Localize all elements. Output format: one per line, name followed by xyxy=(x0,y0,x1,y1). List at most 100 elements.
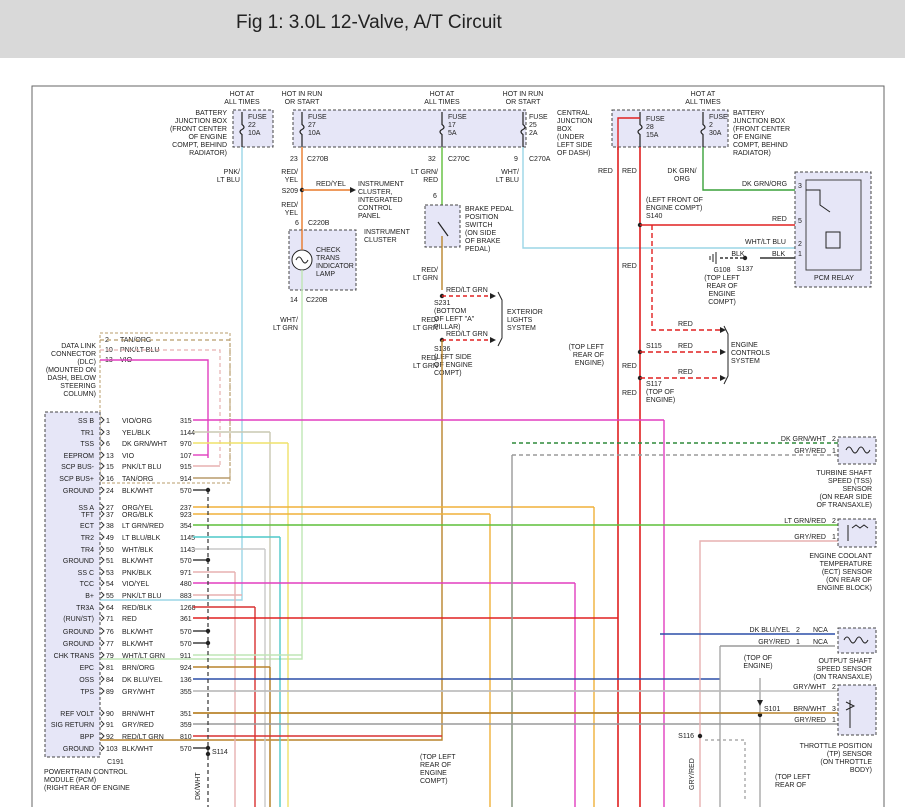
ect-pin-number: 1 xyxy=(832,534,836,541)
pcm-pin-function: CHK TRANS xyxy=(54,653,95,660)
pin-chevron-icon xyxy=(100,533,105,541)
wire-label-wht-lt-grn: WHT/ xyxy=(280,317,298,324)
tp-sensor-label: (ON THROTTLE xyxy=(820,759,872,766)
s116-splice xyxy=(697,733,703,739)
hot-at-all-times-label: HOT AT xyxy=(230,91,255,98)
wire-label-red-7: RED xyxy=(622,390,637,397)
pin-chevron-icon xyxy=(100,474,105,482)
pcm-pin-circuit: 1268 xyxy=(180,605,196,612)
s231-label: (BOTTOM xyxy=(434,308,466,315)
pcm-pin-wire: BLK/WHT xyxy=(122,746,154,753)
wire-label-red-lt-grn-h: RED/LT GRN xyxy=(446,287,488,294)
bottom-location-label: (TOP LEFT xyxy=(420,754,456,761)
tss-sensor-label: (ON REAR SIDE xyxy=(819,494,872,501)
ground-splice xyxy=(205,487,211,493)
pcm-pin-circuit: 970 xyxy=(180,441,192,448)
pin-chevron-icon xyxy=(100,687,105,695)
central-jb-label: (UNDER xyxy=(557,134,584,141)
pcm-pin-circuit: 237 xyxy=(180,505,192,512)
dlc-label: DATA LINK xyxy=(61,343,96,350)
pin-2: 6 xyxy=(433,193,437,200)
pcm-pin-circuit: 914 xyxy=(180,476,192,483)
pcm-pin-function: REF VOLT xyxy=(60,711,94,718)
fuse-28-label: 28 xyxy=(646,124,654,131)
pcm-pin-circuit: 1143 xyxy=(180,547,195,554)
pcm-pin-wire: ORG/BLK xyxy=(122,512,153,519)
fuse-2-label: 2 xyxy=(709,122,713,129)
wire-label-red: RED xyxy=(598,168,613,175)
tp-wire-label: GRY/RED xyxy=(794,717,826,724)
pcm-pin-wire: BLK/WHT xyxy=(122,641,154,648)
pin-chevron-icon xyxy=(100,732,105,740)
g108-label: COMPT) xyxy=(708,299,736,306)
pcm-pin-circuit: 911 xyxy=(180,653,191,660)
tss-wire-label: DK GRN/WHT xyxy=(781,436,827,443)
pcm-pin-wire: WHT/LT GRN xyxy=(122,653,165,660)
pcm-pin-function: GROUND xyxy=(63,746,94,753)
s114-label: S114 xyxy=(212,749,228,756)
pcm-pin-number: 71 xyxy=(106,616,114,623)
pcm-pin-number: 84 xyxy=(106,677,114,684)
g108-label: (TOP LEFT xyxy=(704,275,740,282)
tp-pin-number: 3 xyxy=(832,706,836,713)
exterior-lights-label: LIGHTS xyxy=(507,317,533,324)
pin-32: 32 xyxy=(428,156,436,163)
central-jb-label: LEFT SIDE xyxy=(557,142,593,149)
oss-sensor-label: (ON TRANSAXLE) xyxy=(813,674,872,681)
check-trans-lamp-label: CHECK xyxy=(316,247,341,254)
oss-nca-label: NCA xyxy=(813,627,828,634)
wire-label-dk-grn-org: DK GRN/ xyxy=(667,168,696,175)
pcm-pin-wire: TAN/ORG xyxy=(122,476,153,483)
pin-14: 14 xyxy=(290,297,298,304)
wire-label-red-lt-grn: LT GRN xyxy=(413,275,438,282)
hot-at-all-times-label: ALL TIMES xyxy=(424,99,460,106)
pcm-pin-function: SCP BUS+ xyxy=(59,476,94,483)
tp-pin-number: 2 xyxy=(832,684,836,691)
arrow-exterior-lights xyxy=(490,293,496,299)
wire-label-red-yel-2: RED/ xyxy=(281,202,298,209)
ect-sensor-label: TEMPERATURE xyxy=(820,561,873,568)
pcm-pin-function: OSS xyxy=(79,677,94,684)
wire-label-wht-lt-grn: LT GRN xyxy=(273,325,298,332)
pcm-pin-function: EPC xyxy=(80,665,94,672)
pcm-pin-number: 81 xyxy=(106,665,114,672)
pcm-pin-function: BPP xyxy=(80,734,94,741)
pcm-label: MODULE (PCM) xyxy=(44,777,96,784)
pcm-pin-function: GROUND xyxy=(63,629,94,636)
pcm-pin-circuit: 354 xyxy=(180,523,192,530)
bottom-location-label-2: REAR OF xyxy=(775,782,806,789)
tp-sensor-box xyxy=(837,684,877,736)
instrument-cluster-panel-label: INTEGRATED xyxy=(358,197,403,204)
pcm-pin-number: 76 xyxy=(106,629,114,636)
tss-pin-number: 2 xyxy=(832,436,836,443)
wire-label-red-6: RED xyxy=(678,369,693,376)
instrument-cluster-panel-label: PANEL xyxy=(358,213,381,220)
s117-label: S117 xyxy=(646,381,662,388)
ect-sensor-label: (ON REAR OF xyxy=(826,577,872,584)
wire-label-red-lt-grn-3: RED/ xyxy=(421,355,438,362)
tp-wire-label: GRY/WHT xyxy=(793,684,827,691)
tp-wire-label: BRN/WHT xyxy=(793,706,826,713)
brake-switch-label: (ON SIDE xyxy=(465,230,496,237)
pcm-pin-wire: RED/LT GRN xyxy=(122,734,164,741)
s136-label: COMPT) xyxy=(434,370,462,377)
brake-switch-label: SWITCH xyxy=(465,222,493,229)
pin-chevron-icon xyxy=(100,744,105,752)
battery-jb-right-label: BATTERY xyxy=(733,110,765,117)
pcm-pin-function: B+ xyxy=(85,593,94,600)
arrow-engine-controls-2 xyxy=(720,349,726,355)
pcm-pin-wire: LT GRN/RED xyxy=(122,523,164,530)
pcm-pin-circuit: 1144 xyxy=(180,430,195,437)
pcm-pin-circuit: 570 xyxy=(180,488,192,495)
tss-pin-number: 1 xyxy=(832,448,836,455)
hot-in-run-label: HOT IN RUN xyxy=(503,91,544,98)
pin-23: 23 xyxy=(290,156,298,163)
pcm-pin-function: TFT xyxy=(81,512,95,519)
fuse-27-label: 27 xyxy=(308,122,316,129)
pcm-pin-function: SCP BUS- xyxy=(61,464,95,471)
pcm-pin-circuit: 480 xyxy=(180,581,192,588)
relay-pin: 1 xyxy=(798,251,802,258)
ect-sensor-label: ENGINE COOLANT xyxy=(809,553,872,560)
bottom-location-label-2: (TOP LEFT xyxy=(775,774,811,781)
pcm-pin-wire: RED/BLK xyxy=(122,605,152,612)
